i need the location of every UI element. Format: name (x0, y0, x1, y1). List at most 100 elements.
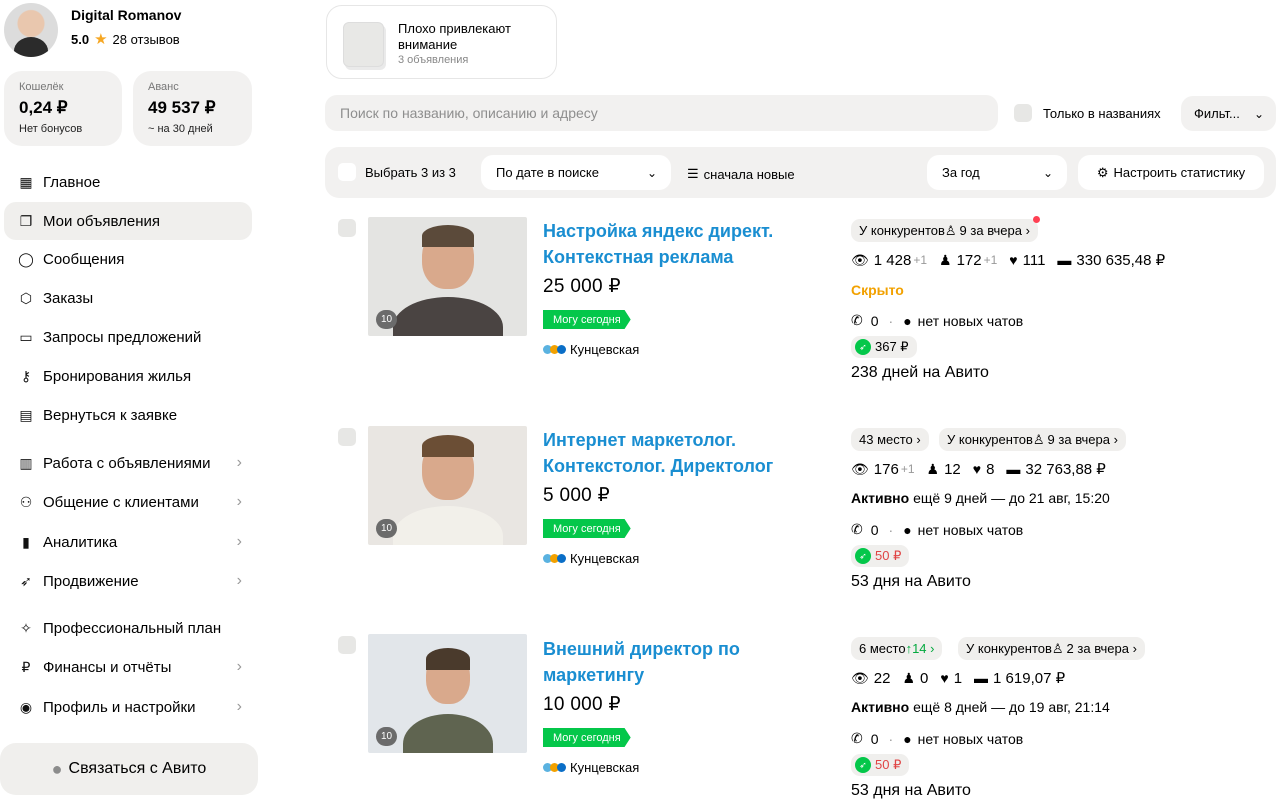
wallet-label: Кошелёк (19, 81, 64, 93)
status-detail: ещё 8 дней — до 19 авг, 21:14 (909, 699, 1110, 715)
nav-pro-plan[interactable]: ✧ Профессиональный план (4, 609, 252, 647)
attention-card[interactable]: Плохо привлекают внимание 3 объявления (326, 5, 557, 79)
gear-icon: ⚙ (1096, 164, 1109, 180)
chevron-right-icon: › (236, 572, 242, 589)
wallet-card[interactable]: Кошелёк 0,24 ₽ Нет бонусов (4, 71, 122, 146)
favorites-count: 8 (986, 460, 995, 478)
listing-stats: 👁 176 +1 ♟ 12 ♥ 8 ▬ 32 763,88 ₽ (851, 460, 1106, 479)
select-all-checkbox[interactable] (338, 163, 356, 181)
nav-finance[interactable]: ₽ Финансы и отчёты › (4, 648, 252, 686)
period-select[interactable]: За год ⌄ (927, 155, 1067, 190)
users-icon: ⚇ (19, 493, 33, 510)
rating-value: 5.0 (71, 31, 90, 47)
listing-photo[interactable]: 10 (368, 217, 527, 336)
competitors-count: 9 за вчера › (1047, 432, 1118, 447)
chats-status: нет новых чатов (917, 312, 1024, 329)
only-names-checkbox[interactable]: Только в названиях (1014, 104, 1161, 122)
place-chip[interactable]: 43 место › (851, 428, 929, 451)
competitors-chip[interactable]: У конкурентов ♙ 9 за вчера › (939, 428, 1126, 451)
avatar[interactable] (4, 3, 58, 57)
contacts-count: 172 (956, 251, 982, 269)
wallet-value: 0,24 ₽ (19, 98, 68, 117)
user-icon: ♟ (939, 251, 952, 268)
metro-label: Кунцевская (570, 551, 640, 566)
contact-avito-button[interactable]: ● Связаться с Авито (0, 743, 258, 795)
filters-label: Фильт... (1194, 106, 1240, 121)
nav-profile-settings[interactable]: ◉ Профиль и настройки › (4, 688, 252, 726)
user-icon: ♟ (926, 460, 940, 477)
listing-checkbox[interactable] (338, 219, 356, 237)
photo-figure (403, 714, 493, 753)
advance-card[interactable]: Аванс 49 537 ₽ ~ на 30 дней (133, 71, 252, 146)
reviews-count: 28 отзывов (112, 31, 180, 47)
nav-main[interactable]: ▦ Главное (4, 163, 252, 201)
days-on-avito: 238 дней на Авито (851, 364, 989, 381)
order-label: сначала новые (703, 166, 795, 182)
select-all-label: Выбрать 3 из 3 (365, 164, 456, 180)
promotion-chip[interactable]: ➶ 50 ₽ (851, 754, 910, 776)
chevron-down-icon: ⌄ (1042, 165, 1053, 180)
listing-checkbox[interactable] (338, 636, 356, 654)
listing-title[interactable]: Интернет маркетолог. Контекстолог. Дирек… (543, 427, 833, 479)
listing-photo[interactable]: 10 (368, 426, 527, 545)
user-icon: ♙ (944, 222, 957, 238)
search-input[interactable]: Поиск по названию, описанию и адресу (325, 95, 998, 131)
phone-icon: ✆ (851, 312, 863, 328)
promotion-chip[interactable]: ➶ 367 ₽ (851, 336, 917, 358)
nav-clients[interactable]: ⚇ Общение с клиентами › (4, 483, 252, 521)
listing-title[interactable]: Внешний директор по маркетингу (543, 636, 833, 688)
views-count: 1 428 (873, 251, 912, 269)
listing-photo[interactable]: 10 (368, 634, 527, 753)
favorites-count: 111 (1022, 251, 1046, 269)
stats-settings-button[interactable]: ⚙ Настроить статистику (1078, 155, 1264, 190)
nav-messages[interactable]: ◯ Сообщения (4, 240, 252, 278)
nav-work-listings[interactable]: ▥ Работа с объявлениями › (4, 444, 252, 482)
select-all[interactable]: Выбрать 3 из 3 (338, 163, 456, 181)
sparkle-icon: ✧ (20, 619, 32, 636)
competitors-chip[interactable]: У конкурентов ♙ 9 за вчера › (851, 216, 1040, 242)
days-on-avito: 53 дня на Авито (851, 782, 971, 799)
sidebar: Digital Romanov 5.0 ★ 28 отзывов Кошелёк… (0, 0, 262, 807)
listing-price: 25 000 ₽ (543, 276, 621, 297)
nav-requests[interactable]: ▭ Запросы предложений (4, 318, 252, 356)
listing-stats: 👁 22 ♟ 0 ♥ 1 ▬ 1 619,07 ₽ (851, 669, 1065, 688)
checkbox[interactable] (1014, 104, 1032, 122)
nav-bookings[interactable]: ⚷ Бронирования жилья (4, 357, 252, 395)
eye-icon: 👁 (851, 460, 869, 477)
nav-label: Аналитика (43, 533, 118, 551)
nav-orders[interactable]: ⬡ Заказы (4, 279, 252, 317)
filters-button[interactable]: Фильт... ⌄ (1181, 96, 1276, 131)
place-chip[interactable]: 6 место ↑14 › (851, 637, 943, 660)
nav-label: Финансы и отчёты (43, 658, 172, 676)
chat-bubble-icon: ◯ (18, 250, 34, 267)
profile-icon: ◉ (19, 698, 33, 715)
wallet-sub: Нет бонусов (19, 123, 83, 135)
chevron-down-icon: ⌄ (646, 165, 657, 180)
nav-return-request[interactable]: ▤ Вернуться к заявке (4, 396, 252, 434)
phone-icon: ✆ (851, 521, 863, 537)
contacts-delta: +1 (983, 253, 998, 267)
competitors-chip[interactable]: У конкурентов ♙ 2 за вчера › (958, 637, 1145, 660)
photo-figure (393, 506, 503, 545)
rating[interactable]: 5.0 ★ 28 отзывов (71, 30, 180, 48)
competitors-label: У конкурентов (947, 432, 1033, 447)
wallet-icon: ▬ (974, 670, 989, 686)
available-today-badge: Могу сегодня (543, 728, 631, 747)
toolbar: Выбрать 3 из 3 По дате в поиске ⌄ ☰ сначал… (325, 147, 1276, 198)
profile-name[interactable]: Digital Romanov (71, 7, 181, 23)
listing-title[interactable]: Настройка яндекс директ. Контекстная рек… (543, 218, 833, 270)
place-label: 6 место (859, 641, 906, 656)
metro-label: Кунцевская (570, 760, 640, 775)
chat-icon: ● (903, 312, 912, 329)
sort-select[interactable]: По дате в поиске ⌄ (481, 155, 671, 190)
nav-my-listings[interactable]: ❐ Мои объявления (4, 202, 252, 240)
status-active: Активно (851, 490, 910, 506)
promotion-chip[interactable]: ➶ 50 ₽ (851, 545, 910, 567)
nav-analytics[interactable]: ▮ Аналитика › (4, 523, 252, 561)
nav-promotion[interactable]: ➶ Продвижение › (4, 562, 252, 600)
user-icon: ♙ (1051, 640, 1064, 656)
chevron-right-icon: › (236, 493, 242, 510)
photo-count: 10 (376, 519, 397, 538)
listing-checkbox[interactable] (338, 428, 356, 446)
order-toggle[interactable]: ☰ сначала новые (687, 166, 795, 182)
